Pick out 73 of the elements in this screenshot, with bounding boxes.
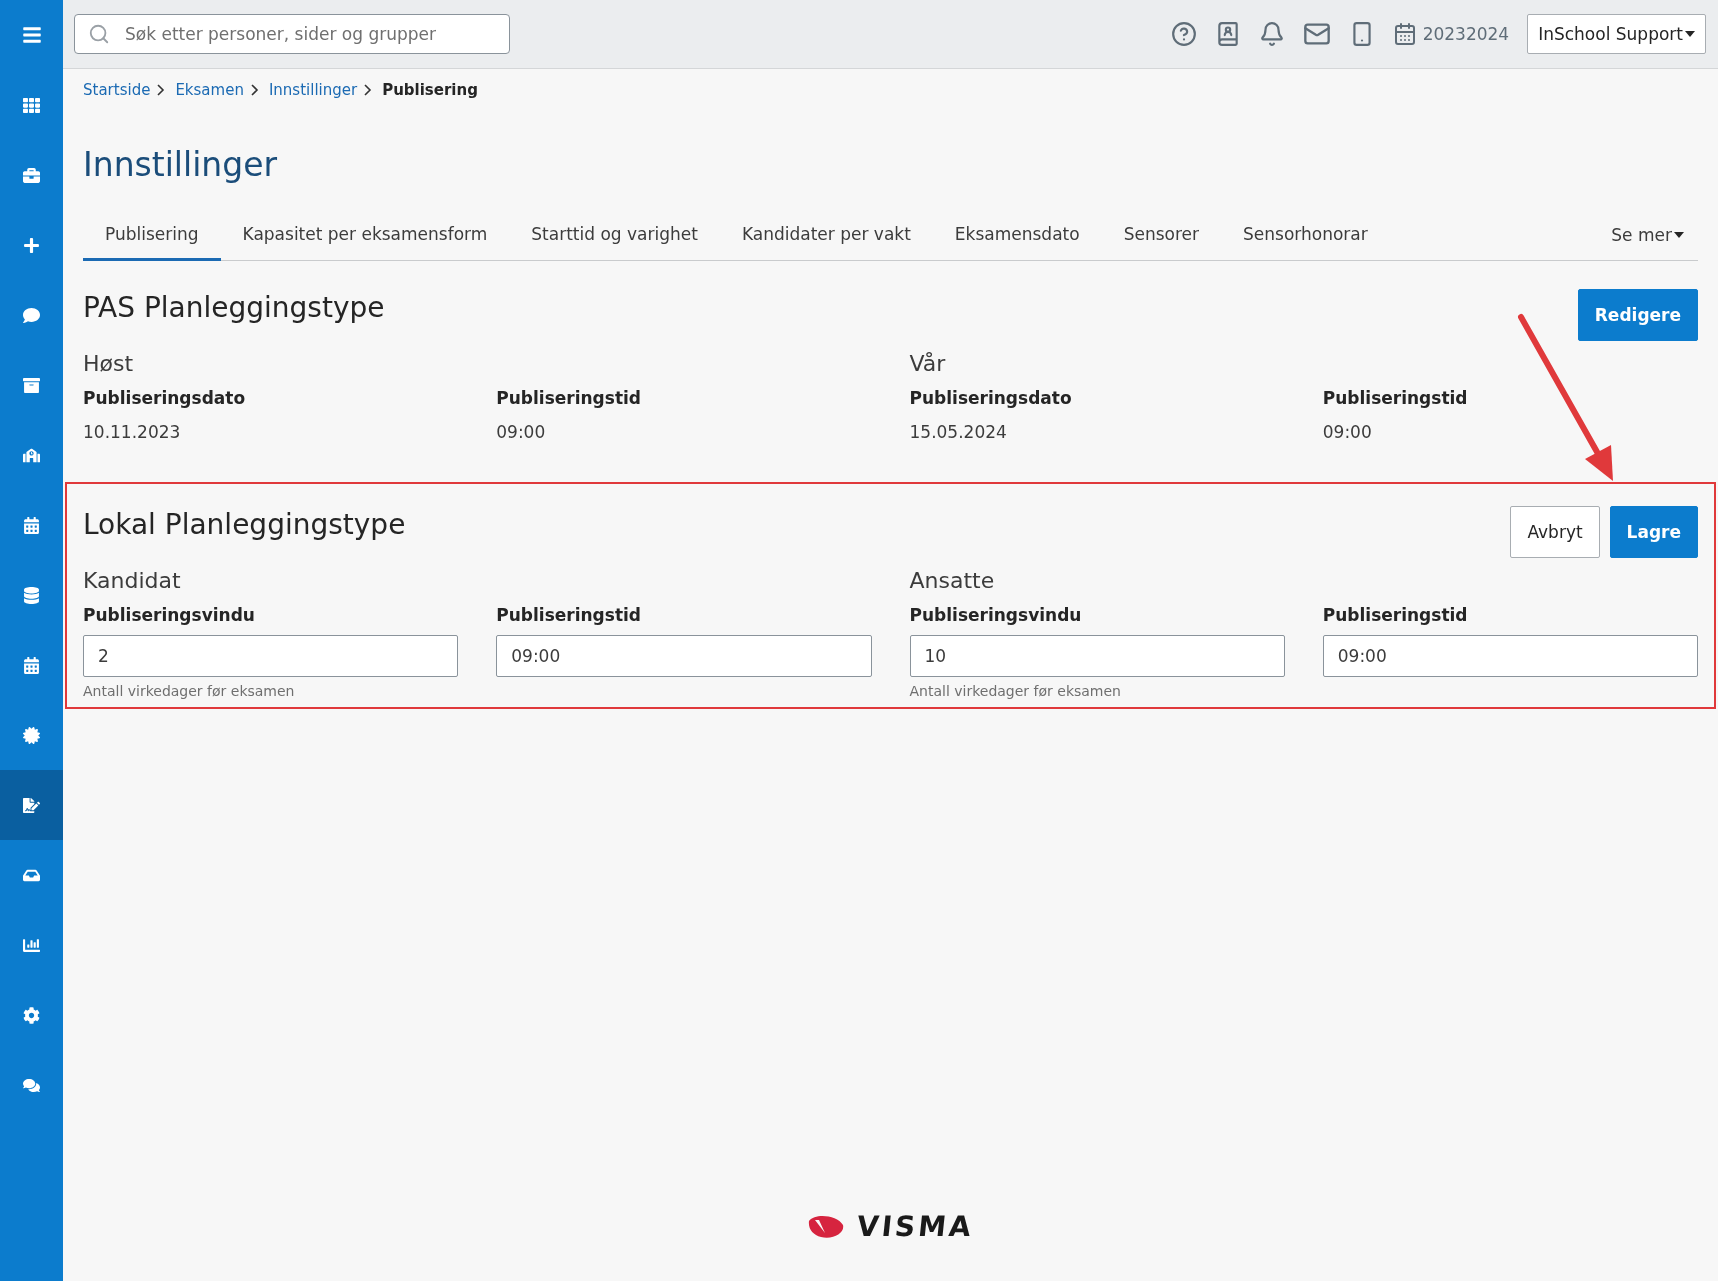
group-heading: Vår [909,351,947,376]
breadcrumb-link[interactable]: Eksamen [175,81,244,99]
tab[interactable]: Starttid og varighet [509,216,720,261]
input-field[interactable]: 09:00 [1322,635,1698,677]
input-field[interactable]: 10 [909,635,1285,677]
breadcrumb-link[interactable]: Innstillinger [268,81,358,99]
tab[interactable]: Kapasitet per eksamensform [220,216,510,261]
search-field[interactable]: Søk etter personer, sider og grupper [74,14,510,54]
plus-icon [23,236,40,254]
field-label: Publiseringsvindu [909,605,1083,625]
calendar-button[interactable] [1392,22,1417,46]
help-button[interactable] [1170,21,1197,47]
school-year: 20232024 [1422,24,1510,44]
group-heading: Ansatte [909,568,996,593]
section-title: PAS Planleggingstype [83,291,385,324]
school-icon [23,446,40,464]
field-label: Publiseringstid [1322,605,1469,625]
apps-grid-icon [23,96,40,114]
sidebar-item[interactable] [0,770,63,840]
field-value: 10.11.2023 [83,422,182,442]
calendar-icon [23,656,40,674]
notifications-button[interactable] [1258,21,1285,47]
field-label: Publiseringsdato [83,388,247,408]
database-icon [23,586,40,604]
field-value: 09:00 [1322,422,1373,442]
field-label: Publiseringsdato [909,388,1073,408]
edit-button[interactable]: Redigere [1577,289,1698,341]
field-value: 09:00 [496,422,547,442]
more-tab[interactable]: Se mer [1597,216,1698,260]
field-hint: Antall virkedager før eksamen [909,683,1122,699]
tab[interactable]: Sensorer [1101,216,1221,261]
settings-icon [23,1006,40,1024]
field-label: Publiseringstid [496,605,642,625]
bell-icon [1258,21,1285,47]
input-field[interactable]: 09:00 [496,635,872,677]
field-label: Publiseringstid [496,388,642,408]
tab[interactable]: Eksamensdato [932,216,1102,261]
field-value: 15.05.2024 [909,422,1008,442]
chat-bubbles-icon [23,1076,40,1094]
tab[interactable]: Publisering [83,216,221,261]
badge-icon [23,726,40,744]
field-hint: Antall virkedager før eksamen [83,683,296,699]
search-icon [88,23,110,45]
page-title: Innstillinger [83,145,279,184]
tab[interactable]: Kandidater per vakt [719,216,933,261]
bar-chart-icon [23,936,40,954]
save-button[interactable]: Lagre [1609,506,1698,558]
input-field[interactable]: 2 [83,635,459,677]
briefcase-icon [23,166,40,184]
chevron-icon [156,84,166,96]
chevron-icon [249,84,259,96]
calendar-icon [23,516,40,534]
calendar-icon [1392,22,1417,46]
breadcrumb-link[interactable]: Publisering [382,81,478,99]
chevron-icon [363,84,373,96]
tab[interactable]: Sensorhonorar [1221,216,1390,261]
caret-icon [1674,232,1684,238]
help-icon [1170,21,1197,47]
cancel-button[interactable]: Avbryt [1510,506,1600,558]
section-title: Lokal Planleggingstype [83,508,406,541]
breadcrumb-link[interactable]: Startside [83,81,151,99]
logo-swoosh-icon [807,1214,846,1239]
field-label: Publiseringsvindu [83,605,256,625]
menu-icon [21,25,42,45]
logo-wordmark: VISMA [855,1210,976,1243]
field-label: Publiseringstid [1322,388,1469,408]
group-heading: Høst [83,351,135,376]
signed-document-icon [23,796,40,814]
user-menu[interactable]: InSchool Support [1527,14,1706,54]
archive-box-icon [23,376,40,394]
caret-icon [1685,31,1695,37]
speech-bubble-icon [23,306,40,324]
group-heading: Kandidat [83,568,182,593]
